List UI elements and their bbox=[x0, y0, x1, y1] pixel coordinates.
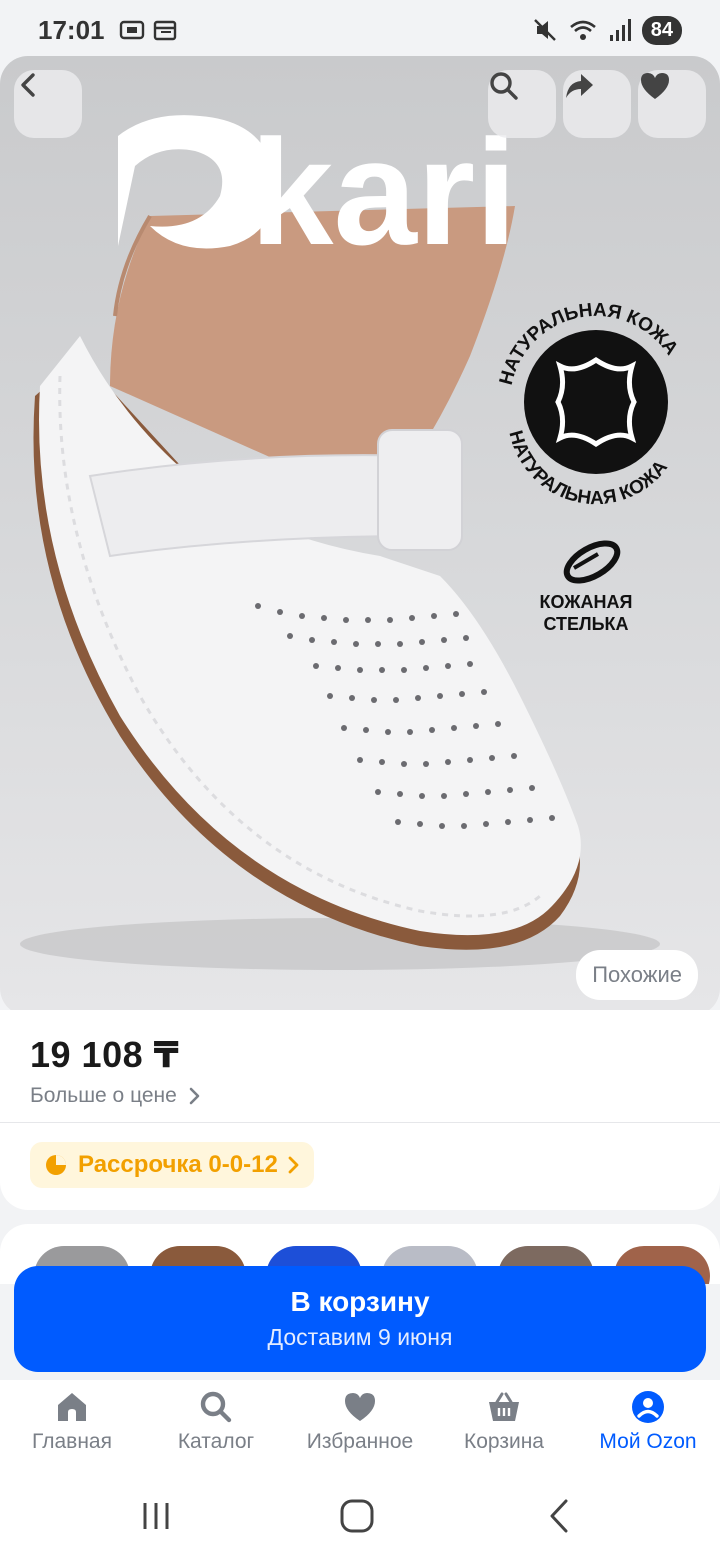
home-icon bbox=[58, 1393, 86, 1421]
nav-label: Каталог bbox=[177, 1430, 255, 1453]
nav-label: Корзина bbox=[464, 1430, 544, 1453]
battery-indicator: 84 bbox=[641, 15, 682, 45]
nav-label: Избранное bbox=[306, 1430, 414, 1453]
signal-icon bbox=[609, 19, 631, 41]
home-button-icon[interactable] bbox=[337, 1496, 377, 1536]
leather-insole-badge: КОЖАНАЯ СТЕЛЬКА bbox=[540, 540, 633, 634]
system-nav bbox=[0, 1470, 720, 1560]
system-back-icon[interactable] bbox=[540, 1496, 580, 1536]
mute-icon bbox=[533, 19, 556, 41]
profile-icon bbox=[632, 1391, 664, 1423]
nav-item-favorites[interactable]: Избранное bbox=[288, 1380, 432, 1470]
installment-label: Рассрочка 0-0-12 bbox=[78, 1151, 278, 1178]
price-more-link[interactable]: Больше о цене bbox=[30, 1084, 201, 1108]
nav-item-cart[interactable]: Корзина bbox=[432, 1380, 576, 1470]
favorite-button[interactable] bbox=[638, 70, 706, 138]
calendar-icon bbox=[153, 20, 176, 41]
back-icon bbox=[21, 73, 35, 97]
back-button[interactable] bbox=[14, 70, 82, 138]
share-button[interactable] bbox=[563, 70, 631, 138]
product-photo: kari НАТУРАЛЬНАЯ КОЖА НАТУРАЛЬНАЯ КОЖА К… bbox=[20, 108, 682, 970]
heart-icon bbox=[641, 73, 669, 99]
add-to-cart-label: В корзину bbox=[290, 1286, 430, 1317]
nav-item-home[interactable]: Главная bbox=[0, 1380, 144, 1470]
price-card: 19 108 ₸ Больше о цене Рассрочка 0-0-12 bbox=[0, 1010, 720, 1210]
wifi-icon bbox=[569, 20, 596, 40]
nav-item-my-ozon[interactable]: Мой Ozon bbox=[576, 1380, 720, 1470]
svg-text:kari: kari bbox=[250, 108, 517, 276]
svg-text:СТЕЛЬКА: СТЕЛЬКА bbox=[543, 614, 628, 634]
divider bbox=[0, 1122, 720, 1123]
basket-icon bbox=[489, 1392, 519, 1421]
nav-label: Главная bbox=[32, 1430, 112, 1453]
add-to-cart-button[interactable]: В корзину Доставим 9 июня bbox=[14, 1266, 706, 1372]
chevron-right-icon bbox=[189, 1087, 200, 1105]
product-price: 19 108 ₸ bbox=[30, 1034, 180, 1075]
heart-icon bbox=[345, 1393, 375, 1421]
share-icon bbox=[566, 74, 593, 98]
nav-item-catalog[interactable]: Каталог bbox=[144, 1380, 288, 1470]
recent-apps-icon[interactable] bbox=[136, 1496, 176, 1536]
status-bar: 17:01 84 bbox=[0, 0, 720, 60]
installment-badge[interactable]: Рассрочка 0-0-12 bbox=[30, 1142, 314, 1188]
search-icon bbox=[200, 1391, 232, 1423]
delivery-date: Доставим 9 июня bbox=[267, 1324, 453, 1350]
installment-icon bbox=[46, 1155, 66, 1175]
price-more-label: Больше о цене bbox=[30, 1084, 177, 1107]
search-icon bbox=[490, 72, 518, 100]
similar-button[interactable]: Похожие bbox=[576, 950, 698, 1000]
app-screen: 17:01 84 kari НАТУРАЛЬНАЯ КОЖА НАТУРАЛЬН… bbox=[0, 0, 720, 1560]
nav-label: Мой Ozon bbox=[599, 1430, 697, 1453]
screenshot-icon bbox=[119, 20, 144, 40]
chevron-right-icon bbox=[288, 1156, 299, 1174]
bottom-nav: Главная Каталог Избранное Корзина Мой Oz… bbox=[0, 1380, 720, 1470]
natural-leather-badge: НАТУРАЛЬНАЯ КОЖА НАТУРАЛЬНАЯ КОЖА bbox=[496, 300, 682, 509]
status-time: 17:01 bbox=[38, 14, 105, 45]
search-button[interactable] bbox=[488, 70, 556, 138]
svg-text:КОЖАНАЯ: КОЖАНАЯ bbox=[540, 592, 633, 612]
product-image[interactable]: kari НАТУРАЛЬНАЯ КОЖА НАТУРАЛЬНАЯ КОЖА К… bbox=[0, 56, 720, 1016]
